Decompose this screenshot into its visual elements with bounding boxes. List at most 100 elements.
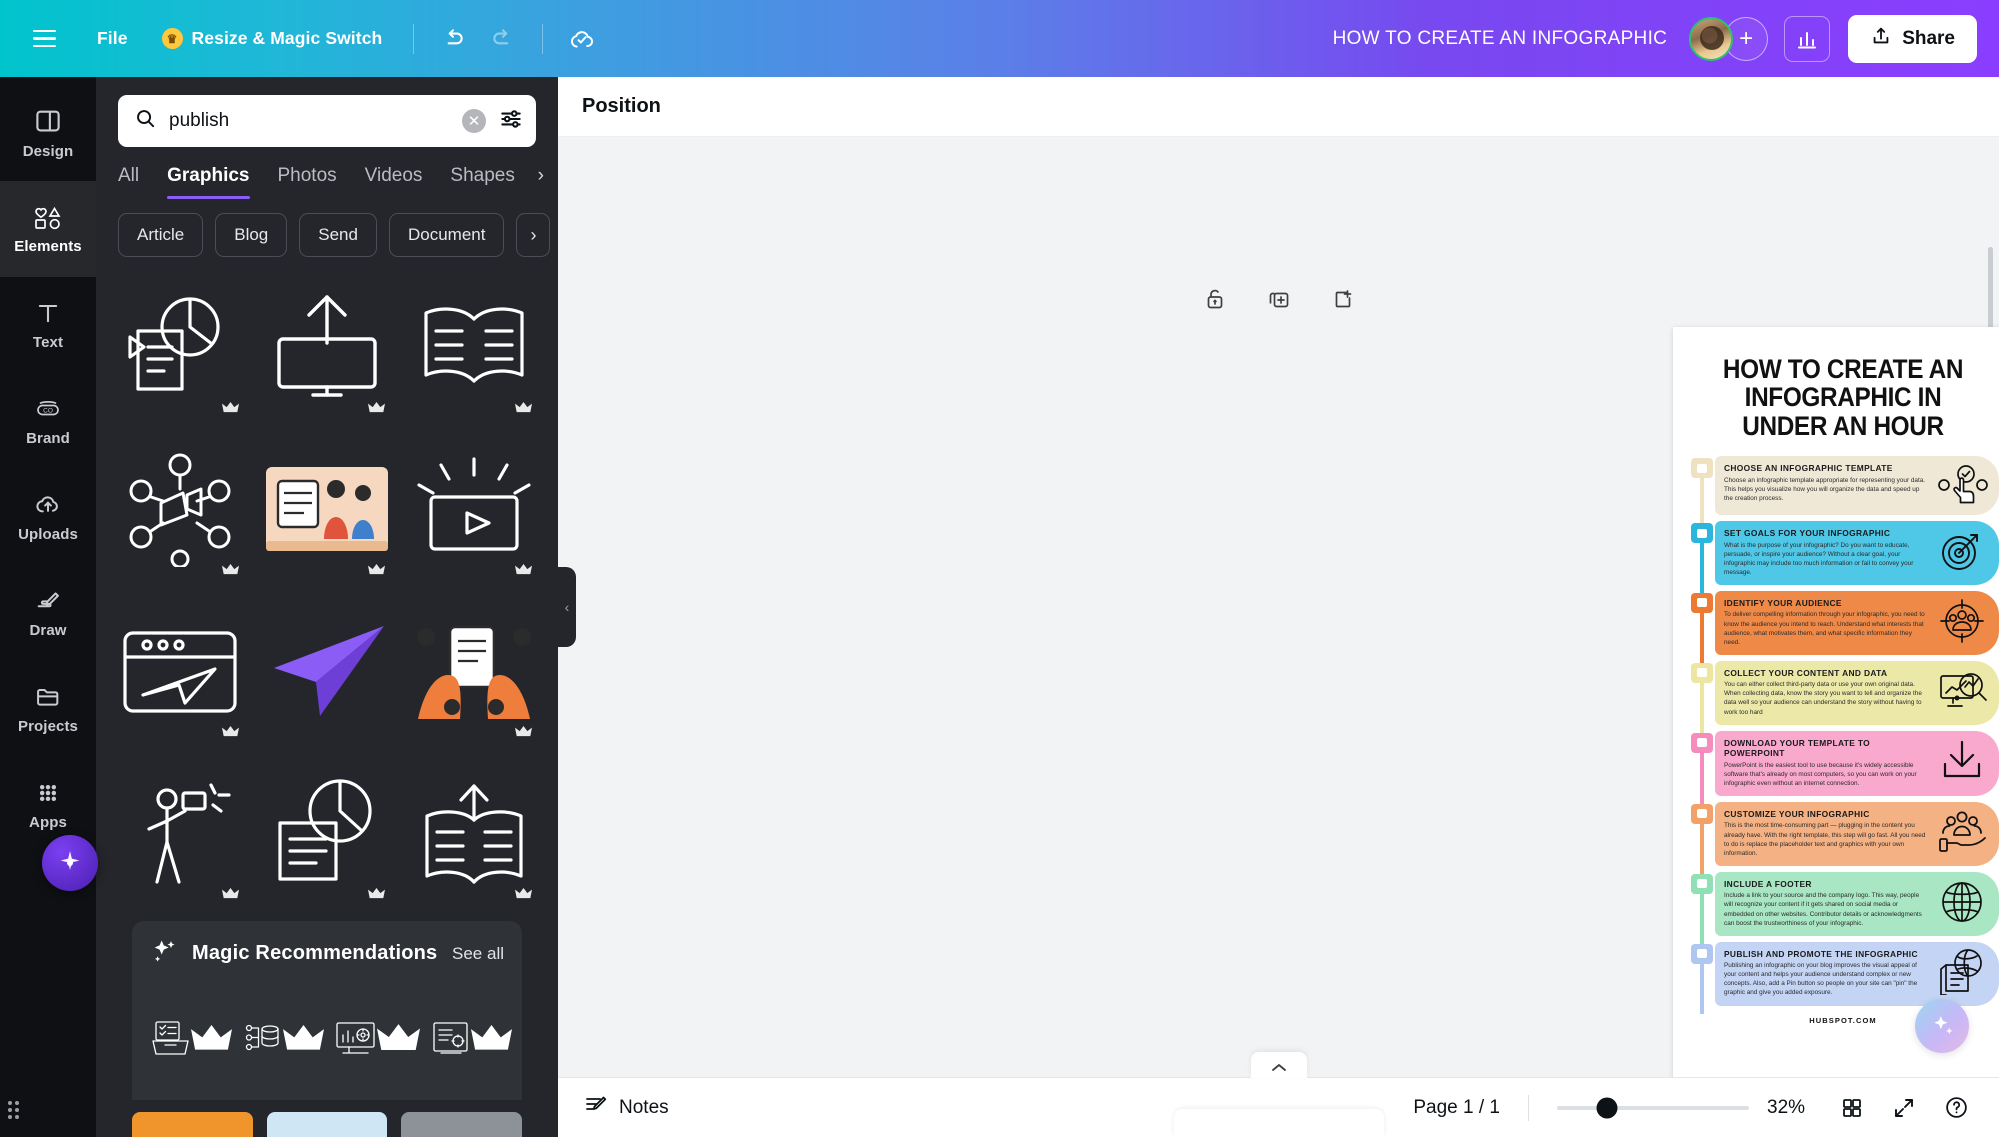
sidebar-item-projects[interactable]: Projects <box>0 661 96 757</box>
file-menu-button[interactable]: File <box>82 17 143 61</box>
graphic-result-item[interactable] <box>114 435 247 583</box>
infographic-step[interactable]: SET GOALS FOR YOUR INFOGRAPHIC What is t… <box>1689 521 1999 593</box>
tab-shapes[interactable]: Shapes <box>450 165 514 199</box>
search-box[interactable]: ✕ <box>118 95 536 147</box>
step-bubble: PUBLISH AND PROMOTE THE INFOGRAPHIC Publ… <box>1715 941 1999 1006</box>
search-input[interactable] <box>169 110 450 132</box>
sidebar-item-elements[interactable]: Elements <box>0 181 96 277</box>
document-title[interactable]: HOW TO CREATE AN INFOGRAPHIC <box>1333 28 1668 50</box>
infographic-step[interactable]: DOWNLOAD YOUR TEMPLATE TO POWERPOINT Pow… <box>1689 730 1999 804</box>
chip-send[interactable]: Send <box>299 213 377 257</box>
graphic-result-item[interactable] <box>261 435 394 583</box>
pro-crown-icon <box>221 725 239 737</box>
filter-sliders-icon[interactable] <box>498 106 524 137</box>
infographic-step[interactable]: INCLUDE A FOOTER Include a link to your … <box>1689 871 1999 944</box>
file-menu-label: File <box>97 28 128 48</box>
sidebar-item-design[interactable]: Design <box>0 85 96 181</box>
clear-x-icon[interactable]: ✕ <box>462 109 486 133</box>
magic-assistant-orb[interactable] <box>42 835 98 891</box>
cloud-check-icon[interactable] <box>559 17 605 61</box>
chip-blog[interactable]: Blog <box>215 213 288 257</box>
pro-crown-icon <box>368 887 386 899</box>
position-toolbar: Position <box>558 77 1999 137</box>
graphic-result-item[interactable] <box>266 1112 388 1137</box>
redo-icon[interactable] <box>480 17 526 61</box>
share-button[interactable]: Share <box>1848 14 1977 63</box>
insights-bar-chart-icon[interactable] <box>1784 15 1831 62</box>
avatar[interactable] <box>1689 16 1734 61</box>
lock-icon[interactable] <box>1201 285 1229 313</box>
page-thumbnail-strip[interactable] <box>1173 1109 1384 1137</box>
undo-icon[interactable] <box>430 17 476 61</box>
zoom-slider[interactable] <box>1557 1097 1749 1118</box>
chips-next-chevron-right-icon[interactable]: › <box>516 213 551 257</box>
graphic-result-item[interactable] <box>114 597 247 745</box>
infographic-step[interactable]: COLLECT YOUR CONTENT AND DATA You can ei… <box>1689 660 1999 733</box>
design-page-1[interactable]: HOW TO CREATE AN INFOGRAPHIC IN UNDER AN… <box>1673 327 1999 1077</box>
chart-search-icon <box>1934 668 1990 714</box>
drag-handle-dots-icon[interactable] <box>8 1101 19 1119</box>
step-marker <box>1691 592 1713 613</box>
magic-recommendations-title: Magic Recommendations <box>192 942 438 964</box>
graphic-result-item[interactable] <box>407 273 540 421</box>
design-icon <box>36 110 60 132</box>
target-icon <box>1934 528 1990 574</box>
text-icon <box>38 304 58 323</box>
step-heading: CHOOSE AN INFOGRAPHIC TEMPLATE <box>1724 463 1893 474</box>
chip-article[interactable]: Article <box>118 213 204 257</box>
see-all-link[interactable]: See all <box>452 944 504 964</box>
graphic-result-item[interactable] <box>407 435 540 583</box>
hamburger-menu-icon[interactable] <box>22 17 66 61</box>
magic-studio-sparkle-icon[interactable] <box>1915 999 1969 1053</box>
notes-button[interactable]: Notes <box>584 1093 669 1123</box>
fullscreen-icon[interactable] <box>1887 1091 1921 1125</box>
sidebar-item-text[interactable]: Text <box>0 277 96 373</box>
graphic-result-item[interactable] <box>132 1112 253 1137</box>
results-row-group <box>114 273 540 907</box>
pro-crown-icon <box>515 401 532 413</box>
magic-result-item[interactable] <box>334 984 420 1092</box>
graphic-result-item[interactable] <box>261 759 394 907</box>
magic-result-item[interactable] <box>150 984 232 1092</box>
resize-magic-switch-button[interactable]: ♛ Resize & Magic Switch <box>147 17 398 61</box>
tab-videos[interactable]: Videos <box>365 165 423 199</box>
add-page-icon[interactable] <box>1329 285 1357 313</box>
tab-graphics[interactable]: Graphics <box>167 165 250 199</box>
step-marker <box>1691 873 1713 894</box>
left-rail: Design Elements Text CO Brand Uploads Dr… <box>0 77 96 1137</box>
position-button[interactable]: Position <box>582 95 661 118</box>
canvas-area[interactable]: HOW TO CREATE AN INFOGRAPHIC IN UNDER AN… <box>558 137 1999 1077</box>
graphic-result-item[interactable] <box>261 597 394 745</box>
magic-result-item[interactable] <box>430 984 512 1092</box>
graphic-result-item[interactable] <box>401 1112 522 1137</box>
graphic-result-item[interactable] <box>407 759 540 907</box>
sidebar-item-draw[interactable]: Draw <box>0 565 96 661</box>
infographic-step[interactable]: PUBLISH AND PROMOTE THE INFOGRAPHIC Publ… <box>1689 941 1999 1014</box>
tabs-next-chevron-right-icon[interactable]: › <box>538 165 544 187</box>
graphic-result-item[interactable] <box>407 597 540 745</box>
infographic-step[interactable]: CUSTOMIZE YOUR INFOGRAPHIC This is the m… <box>1689 801 1999 874</box>
infographic-step[interactable]: CHOOSE AN INFOGRAPHIC TEMPLATE Choose an… <box>1689 456 1999 524</box>
search-bar-wrapper: ✕ <box>96 77 558 147</box>
collaborators-group: + <box>1689 16 1769 61</box>
pro-crown-icon <box>221 401 239 413</box>
pro-crown-icon <box>221 887 239 899</box>
panel-collapse-chevron-left-icon[interactable]: ‹ <box>558 567 576 647</box>
infographic-step[interactable]: IDENTIFY YOUR AUDIENCE To deliver compel… <box>1689 590 1999 663</box>
tab-photos[interactable]: Photos <box>278 165 337 199</box>
magic-result-item[interactable] <box>242 984 324 1092</box>
duplicate-page-icon[interactable] <box>1265 285 1293 313</box>
graphic-result-item[interactable] <box>261 273 394 421</box>
help-question-icon[interactable] <box>1939 1091 1973 1125</box>
graphic-result-item[interactable] <box>114 759 247 907</box>
sidebar-item-brand[interactable]: CO Brand <box>0 373 96 469</box>
filter-chips-row: Article Blog Send Document › <box>96 199 558 257</box>
sidebar-item-uploads[interactable]: Uploads <box>0 469 96 565</box>
graphic-result-item[interactable] <box>114 273 247 421</box>
chip-document[interactable]: Document <box>388 213 505 257</box>
step-connector <box>1689 456 1715 524</box>
tab-all[interactable]: All <box>118 165 139 199</box>
page-panel-chevron-up-icon[interactable] <box>1250 1052 1307 1078</box>
grid-view-icon[interactable] <box>1835 1091 1869 1125</box>
zoom-slider-knob[interactable] <box>1596 1097 1618 1118</box>
